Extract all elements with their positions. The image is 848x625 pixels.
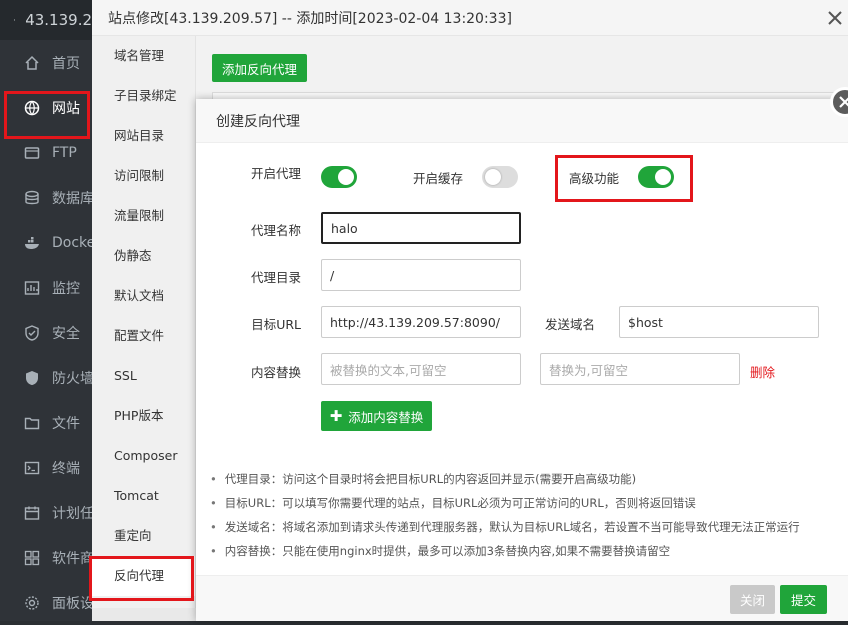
nav-item-label: 数据库 <box>52 190 92 207</box>
settings-menu-item[interactable]: 配置文件 <box>92 316 195 356</box>
docker-icon <box>25 236 39 249</box>
settings-menu-item[interactable]: 流量限制 <box>92 196 195 236</box>
enable-proxy-label: 开启代理 <box>250 166 301 181</box>
create-proxy-dialog: 创建反向代理 开启代理 开启缓存 高级功能 代理名称 halo 代理目录 / 目… <box>196 87 848 621</box>
proxy-name-input[interactable]: halo <box>321 212 521 244</box>
proxy-name-label: 代理名称 <box>250 223 301 238</box>
database-icon <box>25 190 39 204</box>
settings-menu-item[interactable]: Composer <box>92 436 195 476</box>
server-brand: 43.139.2 <box>0 0 92 40</box>
replace-to-input[interactable]: 替换为,可留空 <box>540 353 740 385</box>
close-button[interactable]: 关闭 <box>730 585 775 614</box>
home-icon <box>25 55 39 70</box>
proxy-dir-label: 代理目录 <box>250 270 301 285</box>
enable-proxy-toggle[interactable] <box>321 166 357 188</box>
settings-menu-item[interactable]: Tomcat <box>92 476 195 516</box>
nav-item-label: Docker <box>52 234 92 251</box>
settings-menu-item[interactable]: PHP版本 <box>92 396 195 436</box>
replace-from-input[interactable]: 被替换的文本,可留空 <box>321 353 521 385</box>
nav-item-apps[interactable]: 软件商店 <box>0 535 92 580</box>
target-url-input[interactable]: http://43.139.209.57:8090/ <box>321 306 521 338</box>
folder-icon <box>24 417 40 429</box>
proxy-dir-input[interactable]: / <box>321 259 521 291</box>
delete-replace-link[interactable]: 删除 <box>750 362 775 381</box>
menu-scrollbar[interactable] <box>92 608 196 621</box>
nav-item-label: 终端 <box>52 460 80 477</box>
modal-title: 站点修改[43.139.209.57] -- 添加时间[2023-02-04 1… <box>92 0 848 36</box>
advanced-label: 高级功能 <box>568 171 619 186</box>
tips-list: 代理目录：访问这个目录时将会把目标URL的内容返回并显示(需要开启高级功能) 目… <box>210 467 846 563</box>
dialog-footer: 关闭 提交 <box>196 575 848 621</box>
settings-menu-item[interactable]: 反向代理 <box>92 556 195 596</box>
settings-menu-item[interactable]: 访问限制 <box>92 156 195 196</box>
tip-item: 内容替换：只能在使用nginx时提供，最多可以添加3条替换内容,如果不需要替换请… <box>210 539 846 563</box>
monitor-icon <box>24 280 40 295</box>
app-sidebar: 43.139.2 首页网站 FTP 数据库 Docker 监控安全防火墙文件终端计划任务… <box>0 0 92 621</box>
nav-item-label: 面板设置 <box>52 595 92 612</box>
nav-item-globe[interactable]: 网站 <box>0 85 92 130</box>
plus-icon: ✚ <box>329 407 343 425</box>
settings-menu-item[interactable]: 子目录绑定 <box>92 76 195 116</box>
content-replace-label: 内容替换 <box>250 365 301 380</box>
nav-item-monitor[interactable]: 监控 <box>0 265 92 310</box>
advanced-toggle[interactable] <box>638 166 674 188</box>
nav-item-settings[interactable]: 面板设置 <box>0 580 92 625</box>
nav-item-label: 文件 <box>52 415 80 432</box>
dialog-title: 创建反向代理 <box>196 99 848 143</box>
tip-item: 目标URL：可以填写你需要代理的站点，目标URL必须为可正常访问的URL，否则将… <box>210 491 846 515</box>
nav-item-firewall[interactable]: 防火墙 <box>0 355 92 400</box>
enable-cache-toggle[interactable] <box>482 166 518 188</box>
apps-icon <box>24 550 40 565</box>
shield-logo-icon <box>14 19 16 21</box>
nav-item-database[interactable]: 数据库 <box>0 175 92 220</box>
modal-close-icon[interactable] <box>826 9 844 27</box>
settings-menu-item[interactable]: 默认文档 <box>92 276 195 316</box>
enable-cache-label: 开启缓存 <box>412 171 463 186</box>
nav-item-security[interactable]: 安全 <box>0 310 92 355</box>
globe-icon <box>24 100 40 115</box>
nav-item-label: 计划任务 <box>52 505 92 522</box>
nav-item-label: 防火墙 <box>52 370 92 387</box>
nav-item-folder[interactable]: 文件 <box>0 400 92 445</box>
settings-menu-item[interactable]: 伪静态 <box>92 236 195 276</box>
firewall-icon <box>26 370 38 385</box>
add-reverse-proxy-button[interactable]: 添加反向代理 <box>212 54 308 82</box>
server-host: 43.139.2 <box>25 11 92 29</box>
security-icon <box>25 324 39 341</box>
settings-menu-item[interactable]: SSL <box>92 356 195 396</box>
nav-item-label: FTP <box>52 144 77 161</box>
send-domain-label: 发送域名 <box>544 317 595 332</box>
send-domain-input[interactable]: $host <box>619 306 819 338</box>
add-content-replace-button[interactable]: ✚ 添加内容替换 <box>321 401 432 431</box>
ftp-icon <box>24 146 40 159</box>
nav-item-terminal[interactable]: 终端 <box>0 445 92 490</box>
settings-menu-item[interactable]: 重定向 <box>92 516 195 556</box>
tip-item: 代理目录：访问这个目录时将会把目标URL的内容返回并显示(需要开启高级功能) <box>210 467 846 491</box>
add-content-replace-label: 添加内容替换 <box>348 409 424 425</box>
nav-item-ftp[interactable]: FTP <box>0 130 92 175</box>
tip-item: 发送域名：将域名添加到请求头传递到代理服务器，默认为目标URL域名，若设置不当可… <box>210 515 846 539</box>
terminal-icon <box>24 461 40 474</box>
settings-menu-item[interactable]: 域名管理 <box>92 36 195 76</box>
nav-item-label: 软件商店 <box>52 550 92 567</box>
nav-item-label: 安全 <box>52 325 80 342</box>
settings-menu-item[interactable]: 网站目录 <box>92 116 195 156</box>
nav-item-label: 首页 <box>52 55 80 72</box>
target-url-label: 目标URL <box>251 317 301 332</box>
nav-item-docker[interactable]: Docker <box>0 220 92 265</box>
nav-item-calendar[interactable]: 计划任务 <box>0 490 92 535</box>
nav-item-home[interactable]: 首页 <box>0 40 92 85</box>
nav-item-label: 监控 <box>52 280 80 297</box>
nav-item-label: 网站 <box>52 100 80 117</box>
settings-icon <box>25 595 39 610</box>
submit-button[interactable]: 提交 <box>780 585 827 614</box>
settings-menu: 域名管理 子目录绑定 网站目录 访问限制 流量限制 伪静态 默认文档 配置文件 SSL PHP版本… <box>92 36 196 621</box>
calendar-icon <box>24 506 40 520</box>
